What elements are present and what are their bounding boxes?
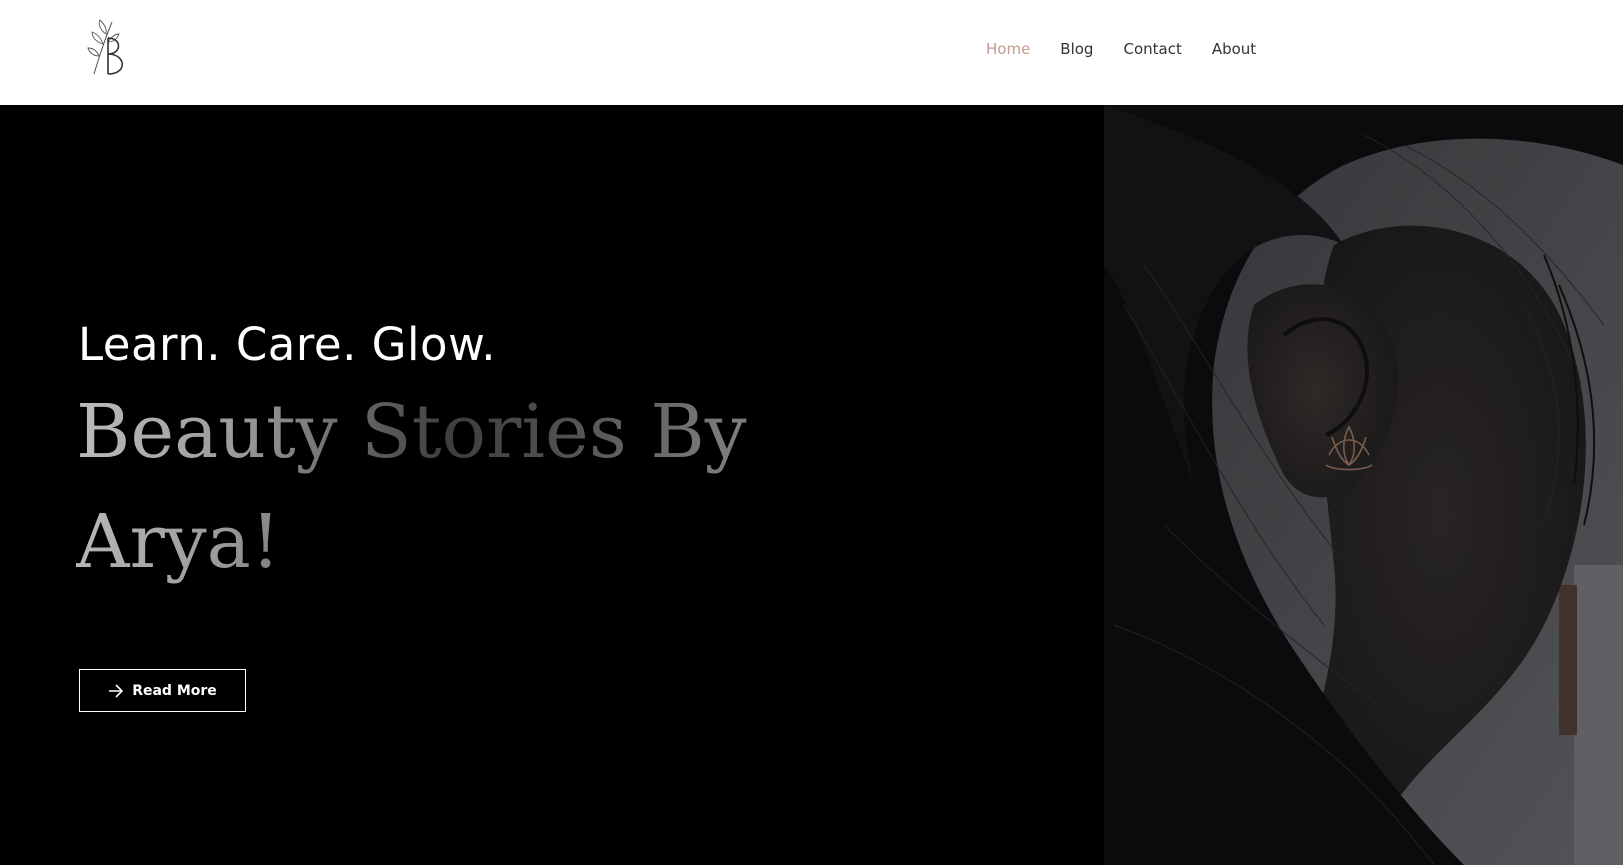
nav-home[interactable]: Home [986, 40, 1030, 58]
hero-photo [1104, 105, 1623, 865]
hero-headline: Beauty Stories By Arya! [76, 377, 836, 597]
site-header: Home Blog Contact About [0, 0, 1623, 105]
nav-about[interactable]: About [1212, 40, 1256, 58]
woman-profile-image [1104, 105, 1623, 865]
arrow-right-icon [109, 683, 124, 698]
nav-blog[interactable]: Blog [1060, 40, 1093, 58]
read-more-button[interactable]: Read More [79, 669, 246, 712]
site-logo[interactable] [86, 16, 132, 78]
hero-section: Learn. Care. Glow. Beauty Stories By Ary… [0, 105, 1623, 865]
logo-b-leaf-icon [87, 19, 124, 75]
read-more-label: Read More [132, 682, 217, 699]
nav-contact[interactable]: Contact [1123, 40, 1181, 58]
hero-tagline: Learn. Care. Glow. [78, 318, 497, 371]
main-nav: Home Blog Contact About [986, 40, 1286, 58]
